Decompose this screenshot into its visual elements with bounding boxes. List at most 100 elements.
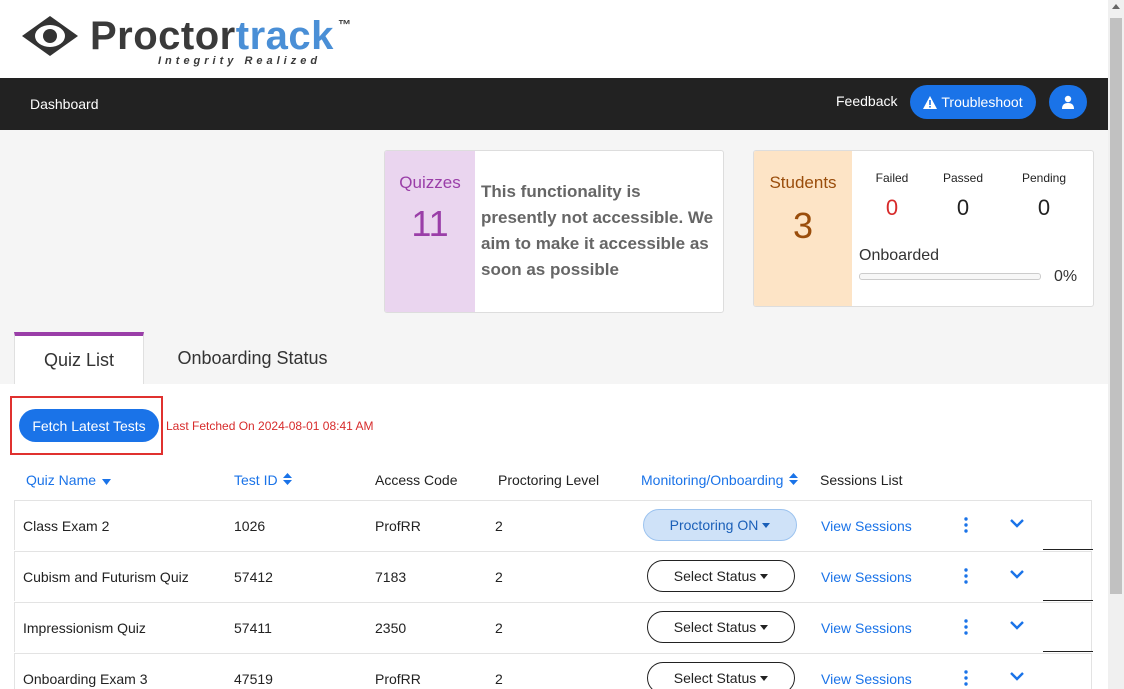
tab-quiz-list[interactable]: Quiz List bbox=[14, 332, 144, 384]
more-options-icon[interactable] bbox=[961, 618, 971, 636]
tab-onboarding-status[interactable]: Onboarding Status bbox=[160, 332, 345, 384]
status-dropdown-label: Select Status bbox=[673, 568, 757, 584]
proctoring-level-cell: 2 bbox=[495, 620, 503, 636]
access-code-cell: 7183 bbox=[375, 569, 407, 585]
table-row: Cubism and Futurism Quiz 57412 7183 2 Select… bbox=[14, 551, 1093, 601]
status-dropdown-label: Select Status bbox=[673, 619, 757, 635]
sort-icon bbox=[283, 473, 293, 485]
chevron-down-icon[interactable] bbox=[1010, 569, 1024, 579]
table-row: Onboarding Exam 3 47519 ProfRR 2 Select Stat… bbox=[14, 653, 1092, 689]
brand-name: Proctortrack bbox=[90, 14, 334, 58]
test-id-cell: 57412 bbox=[234, 569, 273, 585]
brand-trademark: ™ bbox=[338, 17, 351, 32]
quizzes-unavailable-message: This functionality is presently not acce… bbox=[481, 182, 714, 279]
passed-value: 0 bbox=[956, 195, 970, 220]
proctoring-level-cell: 2 bbox=[495, 671, 503, 687]
troubleshoot-label: Troubleshoot bbox=[941, 94, 1023, 110]
status-dropdown[interactable]: Proctoring ON bbox=[643, 509, 797, 541]
quiz-name-cell: Cubism and Futurism Quiz bbox=[23, 569, 189, 585]
scroll-up-arrow-icon[interactable] bbox=[1112, 4, 1120, 9]
status-dropdown-label: Select Status bbox=[673, 670, 757, 686]
sort-down-icon bbox=[101, 479, 111, 485]
status-dropdown[interactable]: Select Status bbox=[647, 662, 795, 689]
brand-name-part2: track bbox=[235, 14, 334, 58]
test-id-cell: 1026 bbox=[234, 518, 266, 534]
table-row: Class Exam 2 1026 ProfRR 2 Proctoring ON View… bbox=[14, 500, 1093, 550]
nav-feedback-link[interactable]: Feedback bbox=[836, 93, 897, 109]
header-monitoring[interactable]: Monitoring/Onboarding bbox=[641, 472, 799, 488]
access-code-cell: ProfRR bbox=[375, 518, 421, 534]
onboarded-progress-bar bbox=[859, 273, 1041, 280]
test-id-cell: 57411 bbox=[234, 620, 272, 636]
failed-stat: Failed 0 bbox=[852, 171, 932, 221]
quizzes-card: Quizzes 11 This functionality is present… bbox=[384, 150, 724, 313]
caret-down-icon bbox=[762, 522, 771, 528]
proctoring-level-cell: 2 bbox=[495, 569, 503, 585]
students-label: Students bbox=[769, 173, 837, 192]
pending-label: Pending bbox=[1021, 171, 1067, 185]
caret-down-icon bbox=[760, 573, 769, 579]
brand-name-part1: Proctor bbox=[90, 14, 236, 58]
view-sessions-link[interactable]: View Sessions bbox=[821, 620, 912, 636]
status-dropdown-label: Proctoring ON bbox=[669, 517, 759, 533]
page: Proctortrack ™ Integrity Realized Dashbo… bbox=[0, 0, 1108, 689]
header-test-id-label: Test ID bbox=[234, 472, 278, 488]
more-options-icon[interactable] bbox=[961, 669, 971, 687]
table-row: Impressionism Quiz 57411 2350 2 Select Statu… bbox=[14, 602, 1093, 652]
row-divider bbox=[1043, 549, 1093, 550]
students-count: 3 bbox=[792, 205, 814, 246]
view-sessions-link[interactable]: View Sessions bbox=[821, 671, 912, 687]
view-sessions-link[interactable]: View Sessions bbox=[821, 569, 912, 585]
header-sessions-list: Sessions List bbox=[820, 472, 903, 488]
test-id-cell: 47519 bbox=[234, 671, 273, 687]
nav-dashboard-link[interactable]: Dashboard bbox=[30, 96, 99, 112]
fetch-latest-tests-button[interactable]: Fetch Latest Tests bbox=[19, 409, 159, 442]
sort-icon bbox=[789, 473, 799, 485]
pending-value: 0 bbox=[1037, 195, 1051, 220]
header-quiz-name[interactable]: Quiz Name bbox=[26, 472, 111, 488]
status-dropdown[interactable]: Select Status bbox=[647, 560, 795, 592]
header-monitoring-label: Monitoring/Onboarding bbox=[641, 472, 784, 488]
row-divider bbox=[1043, 651, 1093, 652]
view-sessions-link[interactable]: View Sessions bbox=[821, 518, 912, 534]
status-dropdown[interactable]: Select Status bbox=[647, 611, 795, 643]
caret-down-icon bbox=[760, 624, 769, 630]
quizzes-summary: Quizzes 11 bbox=[385, 151, 475, 312]
more-options-icon[interactable] bbox=[961, 516, 971, 534]
row-divider bbox=[1043, 600, 1093, 601]
students-summary: Students 3 bbox=[754, 151, 852, 306]
pending-stat: Pending 0 bbox=[1004, 171, 1084, 221]
chevron-down-icon[interactable] bbox=[1010, 518, 1024, 528]
passed-stat: Passed 0 bbox=[923, 171, 1003, 221]
header-quiz-name-label: Quiz Name bbox=[26, 472, 97, 488]
onboarded-percent: 0% bbox=[1054, 268, 1078, 285]
failed-value: 0 bbox=[885, 195, 899, 220]
access-code-cell: 2350 bbox=[375, 620, 407, 636]
quiz-name-cell: Impressionism Quiz bbox=[23, 620, 146, 636]
brand-tagline: Integrity Realized bbox=[158, 55, 322, 67]
passed-label: Passed bbox=[942, 171, 984, 185]
last-fetched-timestamp: Last Fetched On 2024-08-01 08:41 AM bbox=[166, 419, 374, 433]
onboarded-label: Onboarded bbox=[859, 247, 940, 264]
quiz-name-cell: Class Exam 2 bbox=[23, 518, 110, 534]
chevron-down-icon[interactable] bbox=[1010, 620, 1024, 630]
caret-down-icon bbox=[760, 675, 769, 681]
warning-icon bbox=[923, 95, 938, 109]
troubleshoot-button[interactable]: Troubleshoot bbox=[910, 85, 1036, 119]
header-access-code: Access Code bbox=[375, 472, 458, 488]
eye-logo-icon bbox=[22, 16, 78, 56]
user-icon bbox=[1062, 95, 1074, 109]
quizzes-count: 11 bbox=[411, 203, 449, 244]
quizzes-label: Quizzes bbox=[399, 173, 461, 192]
more-options-icon[interactable] bbox=[961, 567, 971, 585]
scrollbar-thumb[interactable] bbox=[1110, 18, 1122, 594]
header-test-id[interactable]: Test ID bbox=[234, 472, 293, 488]
quiz-list-panel: Fetch Latest Tests Last Fetched On 2024-… bbox=[0, 384, 1108, 689]
header-proctoring-level: Proctoring Level bbox=[498, 472, 600, 488]
students-card: Students 3 Failed 0 Passed 0 Pending 0 O… bbox=[753, 150, 1094, 307]
chevron-down-icon[interactable] bbox=[1010, 671, 1024, 681]
logo-header: Proctortrack ™ Integrity Realized bbox=[0, 0, 1108, 78]
table-header: Quiz Name Test ID Access Code Proctoring… bbox=[14, 472, 1092, 500]
page-scrollbar[interactable] bbox=[1108, 0, 1124, 689]
user-menu-button[interactable] bbox=[1049, 85, 1087, 119]
